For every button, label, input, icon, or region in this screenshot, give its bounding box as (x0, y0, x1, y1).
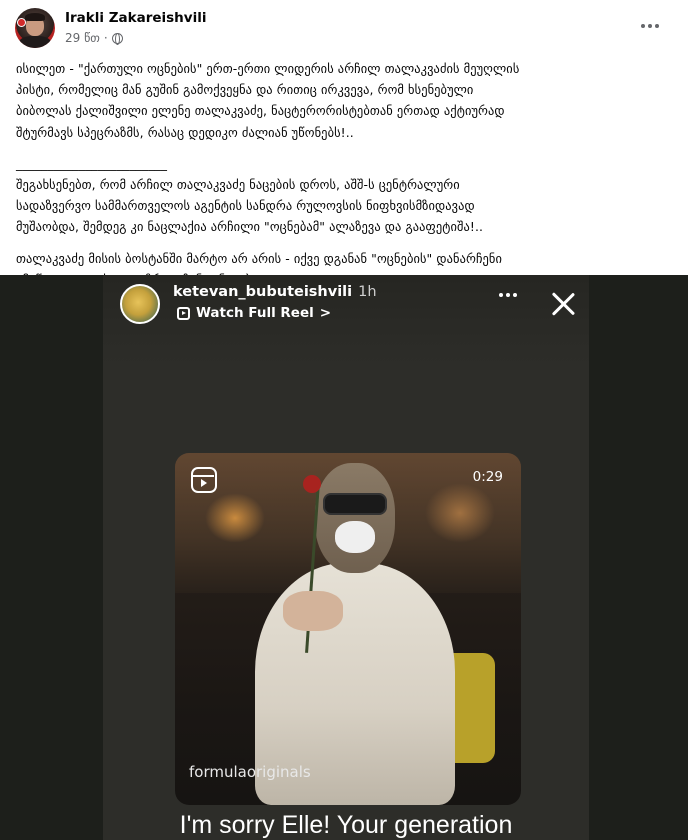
globe-icon (111, 32, 123, 45)
post-text-line: პისტი, რომელიც მან გუშინ გამოქვეყნა და რ… (16, 82, 474, 98)
post-time[interactable]: 29 წთ (65, 31, 100, 45)
post-text-line: სადაზვერვო სამმართველოს აგენტის სანდრა რ… (16, 198, 475, 214)
post-text-line: შტურმავს სპეცრაზმს, რასაც დედიკო ძალიან … (16, 124, 354, 140)
chevron-right-icon: > (319, 305, 332, 321)
story-username[interactable]: ketevan_bubuteishvili 1h (173, 284, 377, 300)
post-text-line: ბიბოლას ქალიშვილი ელენე თალაკვაძე, ნაცტე… (16, 103, 505, 119)
author-avatar[interactable] (15, 8, 55, 48)
meta-separator: · (103, 31, 108, 45)
story-time: 1h (358, 284, 377, 300)
avatar-badge-icon (17, 18, 26, 27)
reel-duration: 0:29 (472, 469, 503, 485)
reels-icon (177, 306, 190, 320)
author-name[interactable]: Irakli Zakareishvili (65, 10, 206, 26)
post-text-line: თალაკვაძე მისის ბოსტანში მარტო არ არის -… (16, 250, 502, 266)
post-text-line: ისილეთ - "ქართული ოცნების" ერთ-ერთი ლიდე… (16, 61, 520, 76)
rose-image (303, 475, 321, 493)
close-icon[interactable] (549, 289, 577, 317)
story-more-button[interactable] (499, 293, 517, 297)
post-options-button[interactable] (636, 14, 664, 38)
story-caption: I'm sorry Elle! Your generation (179, 811, 513, 839)
post-meta: 29 წთ · (65, 31, 123, 45)
watch-full-reel-link[interactable]: Watch Full Reel > (177, 305, 331, 321)
more-horizontal-icon (641, 24, 645, 28)
more-horizontal-icon (499, 293, 503, 297)
text-divider: ________________________ (16, 155, 168, 171)
post-header: Irakli Zakareishvili 29 წთ · (0, 0, 688, 54)
story-avatar[interactable] (120, 284, 160, 324)
reel-source-handle: formulaoriginals (189, 763, 311, 781)
reel-video[interactable]: 0:29 formulaoriginals (175, 453, 521, 805)
reels-icon (191, 467, 217, 493)
story-screenshot[interactable]: ketevan_bubuteishvili 1h Watch Full Reel … (103, 275, 589, 840)
story-username-text[interactable]: ketevan_bubuteishvili (173, 284, 352, 300)
post-media[interactable]: ketevan_bubuteishvili 1h Watch Full Reel … (0, 275, 688, 840)
post-text-line: შეგახსენებთ, რომ არჩილ თალაკვაძე ნაცების… (16, 177, 460, 192)
post-text: ისილეთ - "ქართული ოცნების" ერთ-ერთი ლიდე… (16, 58, 676, 290)
post-text-line: მუშაობდა, შემდეგ კი ნაცლაქია არჩილი "ოცნ… (16, 219, 484, 235)
watch-full-reel-label: Watch Full Reel (196, 305, 314, 321)
